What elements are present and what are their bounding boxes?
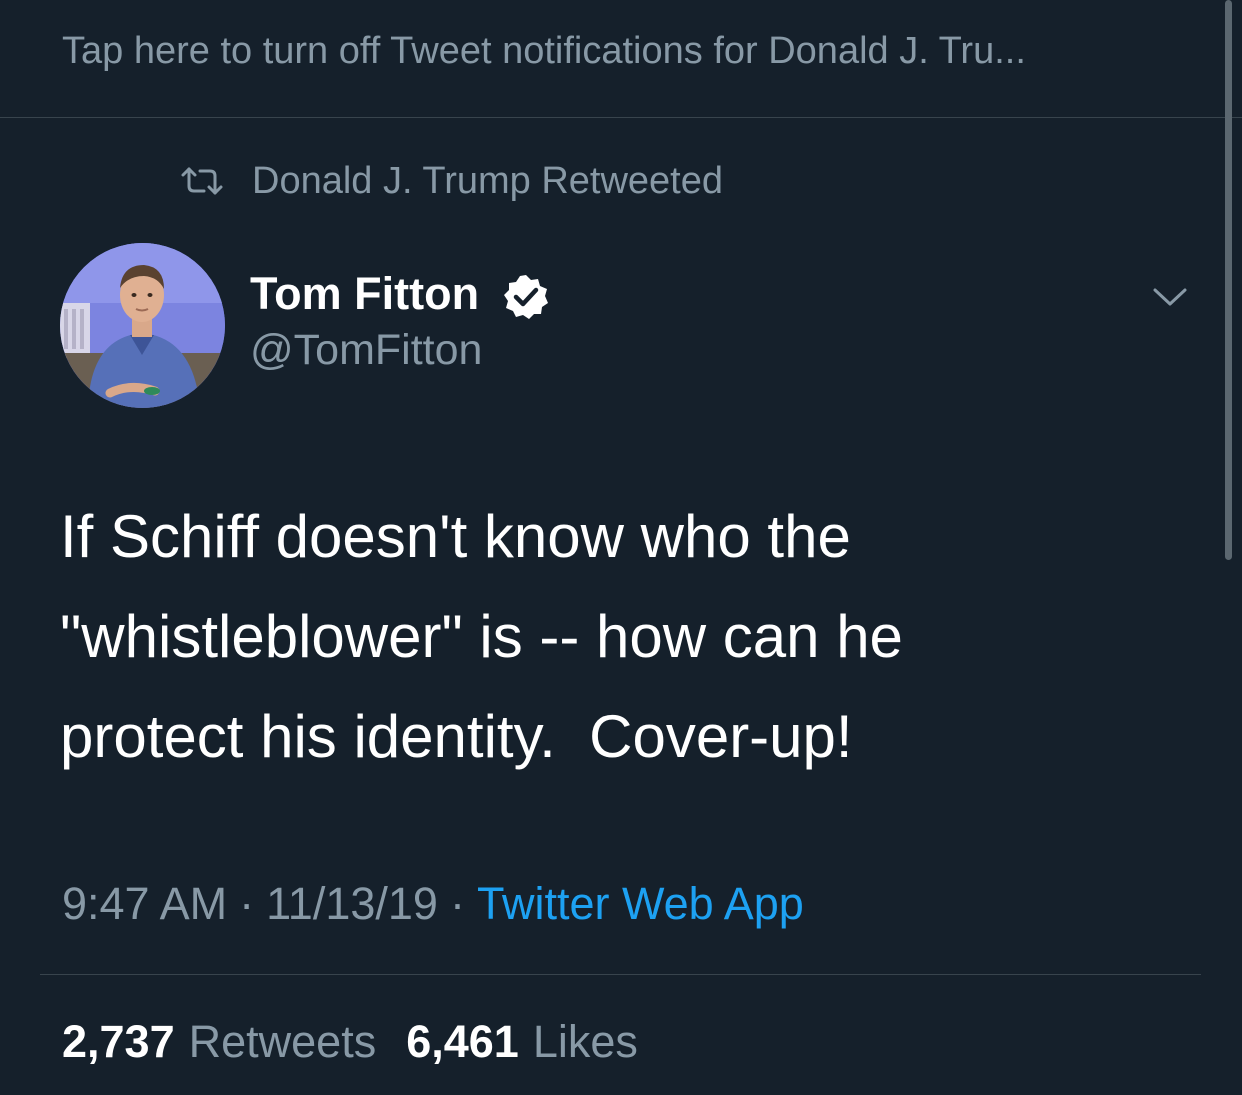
tweet-metadata: 9:47 AM · 11/13/19 · Twitter Web App xyxy=(62,876,804,932)
scrollbar[interactable] xyxy=(1225,0,1232,560)
tweet-date: 11/13/19 xyxy=(266,878,438,929)
likes-count: 6,461 xyxy=(406,1016,519,1067)
tweet-stats: 2,737 Retweets 6,461 Likes xyxy=(62,1013,638,1071)
retweet-context[interactable]: Donald J. Trump Retweeted xyxy=(180,158,723,204)
meta-separator: · xyxy=(239,878,255,929)
avatar[interactable] xyxy=(60,243,225,408)
author-display-name[interactable]: Tom Fitton xyxy=(250,268,479,320)
notification-banner-text: Tap here to turn off Tweet notifications… xyxy=(62,30,1026,72)
chevron-down-icon[interactable] xyxy=(1152,283,1188,311)
retweets-count: 2,737 xyxy=(62,1016,175,1067)
tweet-text: If Schiff doesn't know who the "whistleb… xyxy=(60,487,1190,787)
tweet-source-link[interactable]: Twitter Web App xyxy=(477,878,804,930)
avatar-photo xyxy=(60,243,225,408)
tweet-text-line: "whistleblower" is -- how can he xyxy=(60,603,903,670)
retweets-label: Retweets xyxy=(188,1016,377,1067)
tweet-text-line: protect his identity. Cover-up! xyxy=(60,703,853,770)
retweet-icon xyxy=(181,167,223,195)
verified-badge-icon xyxy=(504,275,548,319)
retweet-context-label: Donald J. Trump Retweeted xyxy=(252,159,724,202)
likes-stat[interactable]: 6,461 Likes xyxy=(406,1016,638,1068)
tweet-notification-banner[interactable]: Tap here to turn off Tweet notifications… xyxy=(0,0,1242,118)
author-handle[interactable]: @TomFitton xyxy=(250,326,482,375)
tweet-text-line: If Schiff doesn't know who the xyxy=(60,503,851,570)
meta-separator: · xyxy=(449,878,465,929)
divider xyxy=(40,974,1201,975)
tweet-time: 9:47 AM xyxy=(62,878,228,929)
likes-label: Likes xyxy=(532,1016,638,1067)
retweets-stat[interactable]: 2,737 Retweets xyxy=(62,1016,376,1068)
